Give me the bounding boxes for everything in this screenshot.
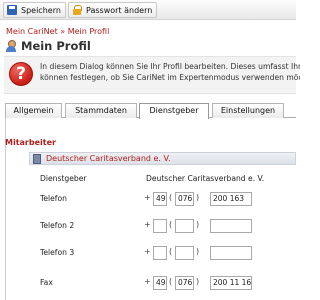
save-button[interactable]: Speichern bbox=[3, 2, 66, 18]
breadcrumb-separator: » bbox=[60, 27, 66, 36]
page-title: Mein Profil bbox=[21, 39, 91, 53]
telefon-label: Telefon bbox=[40, 194, 67, 203]
telefon-number-field[interactable]: 200 163 bbox=[210, 192, 252, 206]
question-alert-icon: ? bbox=[9, 62, 33, 86]
info-text: In diesem Dialog können Sie Ihr Profil b… bbox=[40, 61, 300, 83]
telefon3-number-field[interactable] bbox=[210, 246, 252, 260]
tab-stammdaten[interactable]: Stammdaten bbox=[65, 103, 137, 118]
open-paren: ( bbox=[169, 247, 173, 256]
info-box: ? In diesem Dialog können Sie Ihr Profil… bbox=[4, 56, 300, 94]
change-password-label: Passwort ändern bbox=[86, 5, 153, 15]
telefon2-label: Telefon 2 bbox=[40, 221, 75, 230]
tab-bar: Allgemein Stammdaten Dienstgeber Einstel… bbox=[5, 103, 296, 119]
telefon-area-field[interactable]: 0761 bbox=[175, 192, 194, 206]
info-line-1: In diesem Dialog können Sie Ihr Profil b… bbox=[40, 62, 300, 71]
telefon3-label: Telefon 3 bbox=[40, 248, 75, 257]
telefon3-area-field[interactable] bbox=[175, 246, 194, 260]
plus-sign: + bbox=[144, 220, 151, 229]
close-paren: ) bbox=[196, 247, 200, 256]
organization-icon bbox=[33, 154, 41, 164]
fax-number-field[interactable]: 200 11 163 bbox=[210, 276, 252, 290]
info-line-2: können festlegen, ob Sie CariNet im Expe… bbox=[40, 73, 300, 82]
tab-allgemein[interactable]: Allgemein bbox=[5, 103, 62, 118]
organization-bar[interactable]: Deutscher Caritasverband e. V. bbox=[29, 152, 296, 165]
close-paren: ) bbox=[196, 193, 200, 202]
title-row: Mein Profil bbox=[5, 39, 91, 53]
telefon-country-field[interactable]: 49 bbox=[153, 192, 167, 206]
close-paren: ) bbox=[196, 277, 200, 286]
save-button-label: Speichern bbox=[21, 5, 61, 15]
tab-dienstgeber[interactable]: Dienstgeber bbox=[139, 103, 209, 119]
telefon2-country-field[interactable] bbox=[153, 219, 167, 233]
plus-sign: + bbox=[144, 193, 151, 202]
change-password-button[interactable]: Passwort ändern bbox=[68, 2, 158, 18]
fax-label: Fax bbox=[40, 278, 53, 287]
person-icon bbox=[5, 40, 17, 52]
fax-country-field[interactable]: 49 bbox=[153, 276, 167, 290]
telefon2-number-field[interactable] bbox=[210, 219, 252, 233]
lock-icon bbox=[72, 5, 82, 15]
breadcrumb: Mein CariNet » Mein Profil bbox=[6, 27, 109, 36]
breadcrumb-current-link[interactable]: Mein Profil bbox=[68, 27, 110, 36]
dienstgeber-label: Dienstgeber bbox=[40, 174, 87, 183]
close-paren: ) bbox=[196, 220, 200, 229]
plus-sign: + bbox=[144, 247, 151, 256]
open-paren: ( bbox=[169, 220, 173, 229]
open-paren: ( bbox=[169, 193, 173, 202]
tab-einstellungen[interactable]: Einstellungen bbox=[212, 103, 284, 118]
dienstgeber-value: Deutscher Caritasverband e. V. bbox=[146, 174, 265, 183]
open-paren: ( bbox=[169, 277, 173, 286]
toolbar: Speichern Passwort ändern bbox=[0, 0, 296, 20]
telefon3-country-field[interactable] bbox=[153, 246, 167, 260]
fax-area-field[interactable]: 0761 bbox=[175, 276, 194, 290]
plus-sign: + bbox=[144, 277, 151, 286]
organization-name: Deutscher Caritasverband e. V. bbox=[46, 154, 171, 163]
section-label: Mitarbeiter bbox=[5, 138, 56, 147]
telefon2-area-field[interactable] bbox=[175, 219, 194, 233]
breadcrumb-root-link[interactable]: Mein CariNet bbox=[6, 27, 58, 36]
save-icon bbox=[7, 5, 17, 15]
